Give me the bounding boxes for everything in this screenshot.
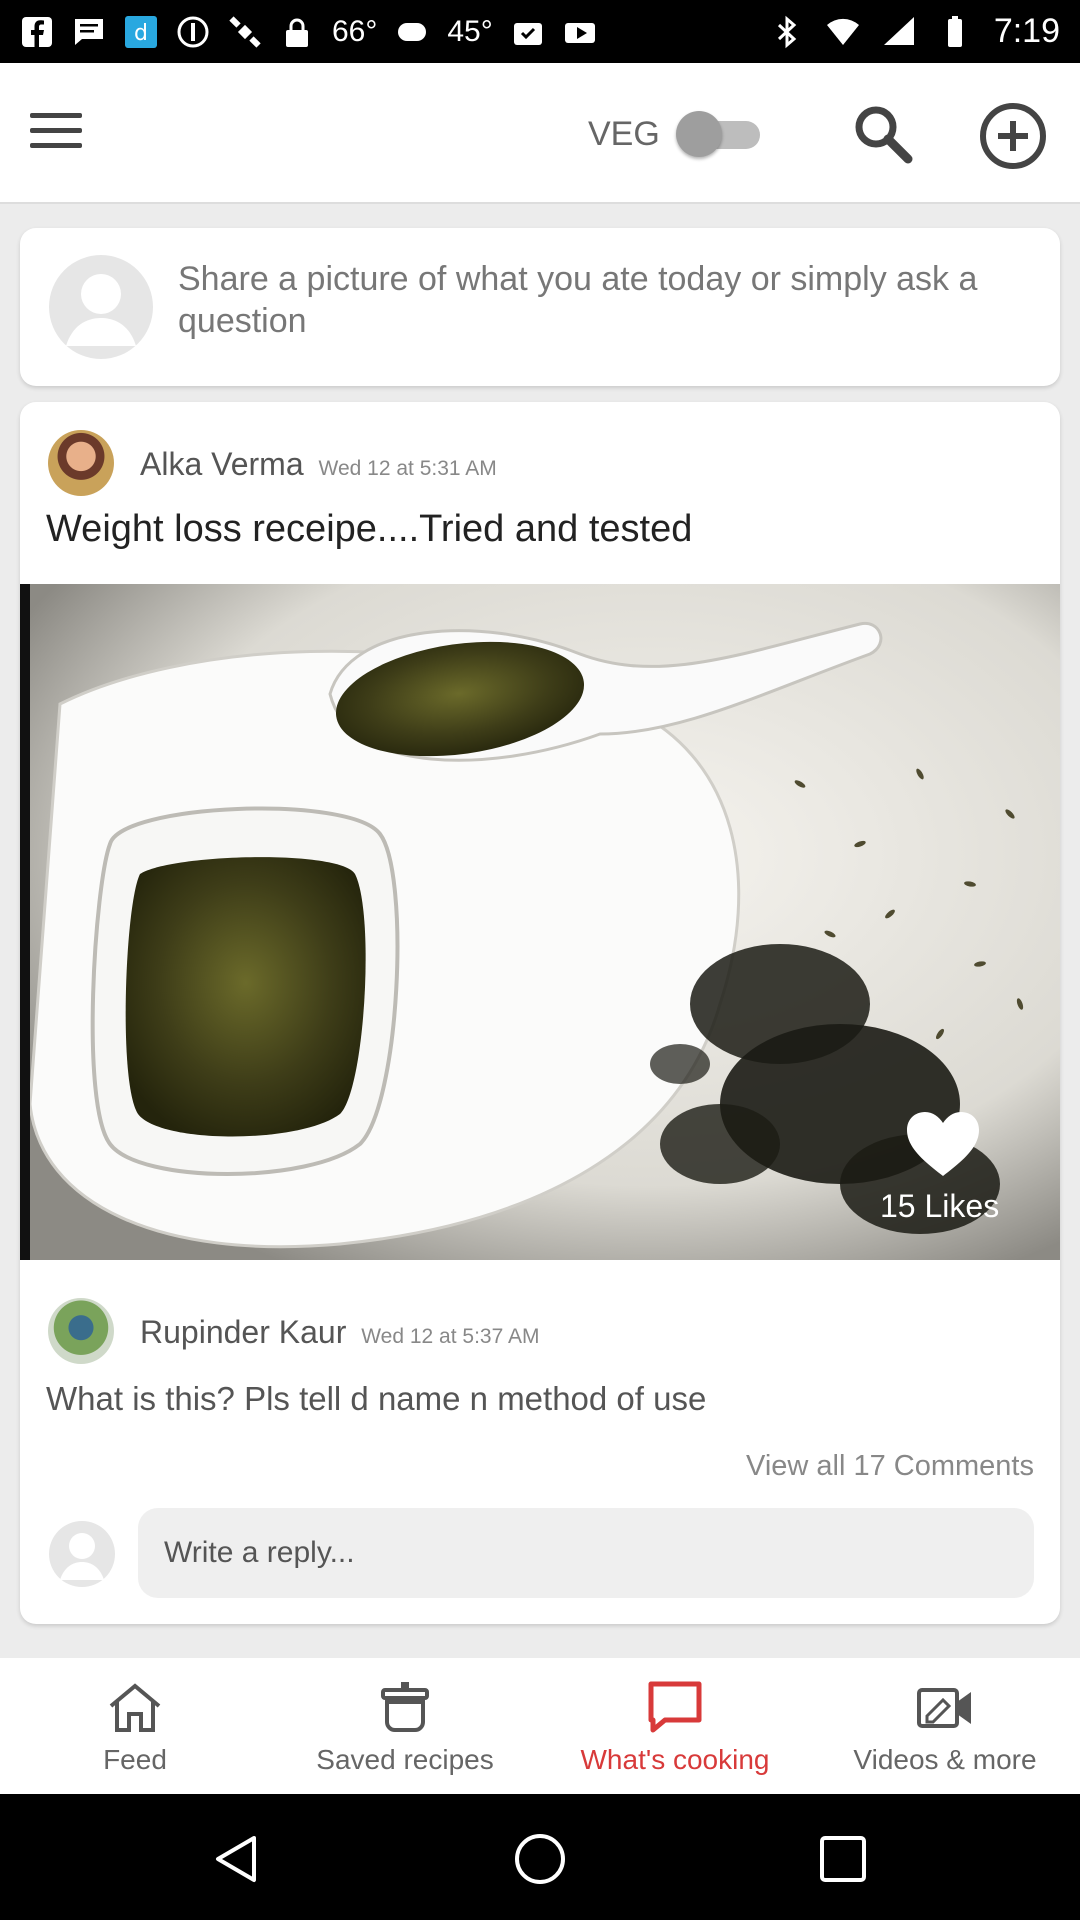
spice-photo (20, 584, 1060, 1260)
lock-icon (286, 18, 308, 47)
post-title: Weight loss receipe....Tried and tested (46, 508, 693, 550)
recents-icon[interactable] (816, 1832, 870, 1886)
comment-author[interactable]: Rupinder Kaur Wed 12 at 5:37 AM (140, 1314, 539, 1351)
veg-toggle[interactable] (676, 111, 766, 157)
commenter-avatar[interactable] (48, 1298, 114, 1364)
user-placeholder-avatar (49, 255, 153, 359)
post-photo[interactable] (20, 584, 1060, 1260)
status-bar: d 66° 45° 7:19 (0, 0, 1080, 63)
system-nav-bar (0, 1794, 1080, 1920)
nav-label-saved-recipes: Saved recipes (316, 1744, 494, 1775)
task-icon (513, 22, 542, 45)
wifi-icon (826, 18, 859, 45)
view-all-comments-link[interactable]: View all 17 Comments (746, 1450, 1034, 1483)
nav-label-videos-more: Videos & more (853, 1744, 1037, 1775)
post-card: Alka Verma Wed 12 at 5:31 AM Weight loss… (20, 402, 1060, 1624)
nav-label-feed: Feed (103, 1744, 167, 1775)
blocked-icon (177, 16, 209, 47)
video-icon (917, 1688, 971, 1728)
heart-icon[interactable] (905, 1110, 981, 1178)
nav-whats-cooking[interactable]: What's cooking (540, 1658, 810, 1794)
facebook-icon (22, 16, 52, 47)
game-controller-icon (398, 22, 427, 41)
temperature-1: 66° (332, 14, 378, 48)
search-icon[interactable] (850, 101, 916, 167)
notification-icons: d 66° 45° (20, 15, 597, 49)
home-icon (109, 1683, 161, 1732)
clock: 7:19 (993, 12, 1060, 50)
app-bar: VEG (0, 63, 1080, 204)
bottom-nav: Feed Saved recipes What's cooking Videos… (0, 1658, 1080, 1794)
message-icon (75, 18, 103, 45)
system-icons: 7:19 (770, 12, 1060, 51)
nav-label-whats-cooking: What's cooking (580, 1744, 770, 1775)
comment-author-name: Rupinder Kaur (140, 1314, 347, 1350)
post-author-name: Alka Verma (140, 446, 304, 482)
satellite-icon (229, 15, 261, 48)
youtube-icon (564, 22, 595, 43)
signal-icon (883, 16, 914, 45)
reply-input[interactable]: Write a reply... (138, 1508, 1034, 1598)
reply-user-avatar (49, 1521, 115, 1587)
menu-icon[interactable] (30, 113, 82, 153)
add-post-icon[interactable] (978, 101, 1048, 171)
back-icon[interactable] (210, 1832, 264, 1886)
composer-prompt[interactable]: Share a picture of what you ate today or… (178, 258, 1008, 342)
comment-time: Wed 12 at 5:37 AM (361, 1325, 540, 1348)
app-d-icon: d (125, 15, 157, 48)
bluetooth-icon (777, 15, 797, 48)
post-author[interactable]: Alka Verma Wed 12 at 5:31 AM (140, 446, 497, 483)
comment-text: What is this? Pls tell d name n method o… (46, 1380, 707, 1417)
temperature-2: 45° (447, 14, 493, 48)
cooking-pot-icon (381, 1682, 429, 1732)
veg-label: VEG (588, 115, 660, 153)
post-time: Wed 12 at 5:31 AM (318, 457, 497, 480)
nav-videos-more[interactable]: Videos & more (810, 1658, 1080, 1794)
battery-icon (947, 15, 962, 47)
author-avatar[interactable] (48, 430, 114, 496)
nav-feed[interactable]: Feed (0, 1658, 270, 1794)
home-button-icon[interactable] (513, 1832, 567, 1886)
svg-text:d: d (134, 21, 148, 46)
likes-count[interactable]: 15 Likes (880, 1188, 999, 1225)
chat-bubble-icon (648, 1681, 702, 1733)
nav-saved-recipes[interactable]: Saved recipes (270, 1658, 540, 1794)
composer-card[interactable]: Share a picture of what you ate today or… (20, 228, 1060, 386)
